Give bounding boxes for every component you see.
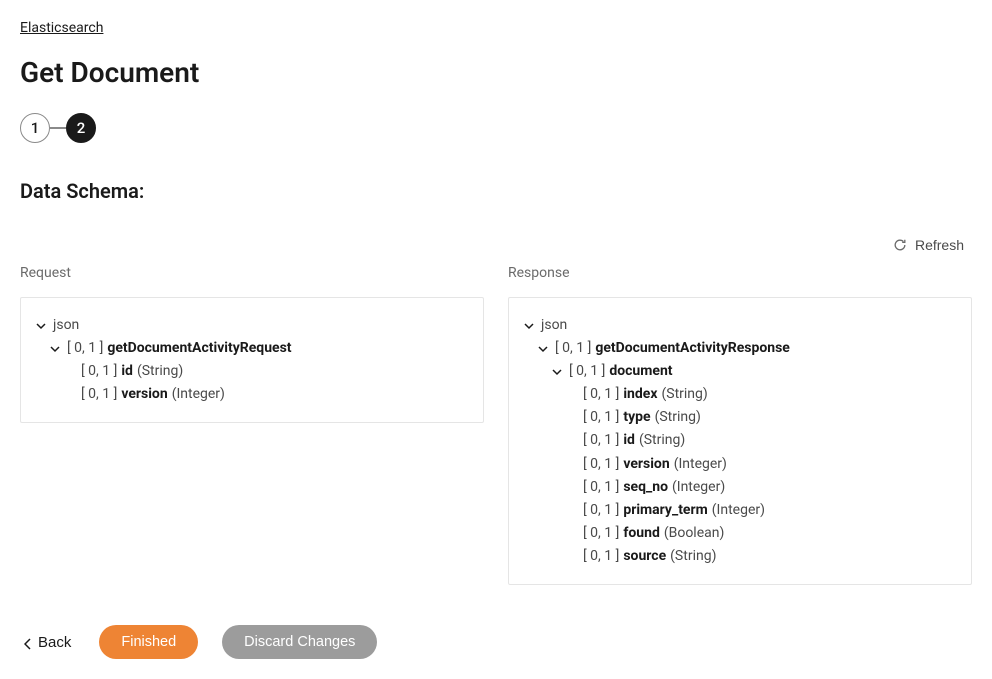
- tree-row-field[interactable]: [ 0, 1 ]source(String): [523, 545, 957, 568]
- request-column: Request json [ 0, 1 ] getDocumentActivit…: [20, 265, 484, 585]
- tree-row-field[interactable]: [ 0, 1 ]id(String): [35, 360, 469, 383]
- tree-json-label: json: [53, 314, 79, 337]
- tree-row-field[interactable]: [ 0, 1 ]type(String): [523, 406, 957, 429]
- field-name: version: [623, 453, 669, 476]
- field-name: source: [623, 545, 666, 568]
- field-type: (String): [670, 545, 716, 568]
- tree-row-field[interactable]: [ 0, 1 ]version(Integer): [35, 383, 469, 406]
- tree-row-document[interactable]: [ 0, 1 ] document: [523, 360, 957, 383]
- cardinality: [ 0, 1 ]: [81, 383, 117, 406]
- field-name: document: [609, 360, 672, 383]
- chevron-down-icon: [523, 320, 535, 332]
- chevron-left-icon: [24, 637, 32, 647]
- page-title: Get Document: [20, 56, 972, 89]
- tree-row-field[interactable]: [ 0, 1 ]index(String): [523, 383, 957, 406]
- field-name: primary_term: [623, 499, 707, 522]
- field-type: (Integer): [674, 453, 727, 476]
- field-name: getDocumentActivityRequest: [107, 337, 291, 360]
- field-name: found: [623, 522, 659, 545]
- refresh-label: Refresh: [915, 237, 964, 253]
- cardinality: [ 0, 1 ]: [583, 429, 619, 452]
- step-connector: [50, 127, 66, 129]
- chevron-down-icon: [35, 320, 47, 332]
- chevron-down-icon: [551, 366, 563, 378]
- response-label: Response: [508, 265, 972, 281]
- tree-row-field[interactable]: [ 0, 1 ]seq_no(Integer): [523, 476, 957, 499]
- field-name: index: [623, 383, 657, 406]
- cardinality: [ 0, 1 ]: [583, 499, 619, 522]
- tree-json-label: json: [541, 314, 567, 337]
- field-name: seq_no: [623, 476, 668, 499]
- field-name: type: [623, 406, 650, 429]
- back-button[interactable]: Back: [20, 630, 75, 655]
- discard-button[interactable]: Discard Changes: [222, 625, 377, 659]
- step-1[interactable]: 1: [20, 113, 50, 143]
- field-type: (String): [137, 360, 183, 383]
- field-name: version: [121, 383, 167, 406]
- field-type: (Integer): [712, 499, 765, 522]
- cardinality: [ 0, 1 ]: [569, 360, 605, 383]
- field-name: id: [121, 360, 133, 383]
- field-type: (Boolean): [664, 522, 725, 545]
- breadcrumb-root-link[interactable]: Elasticsearch: [20, 20, 103, 36]
- cardinality: [ 0, 1 ]: [583, 383, 619, 406]
- footer-actions: Back Finished Discard Changes: [20, 625, 972, 659]
- tree-row-json[interactable]: json: [523, 314, 957, 337]
- tree-row-response-root[interactable]: [ 0, 1 ] getDocumentActivityResponse: [523, 337, 957, 360]
- response-schema-box: json [ 0, 1 ] getDocumentActivityRespons…: [508, 297, 972, 585]
- field-type: (Integer): [672, 476, 725, 499]
- field-name: id: [623, 429, 635, 452]
- refresh-button[interactable]: Refresh: [885, 233, 972, 257]
- tree-row-field[interactable]: [ 0, 1 ]primary_term(Integer): [523, 499, 957, 522]
- refresh-icon: [893, 238, 907, 252]
- field-type: (Integer): [172, 383, 225, 406]
- request-label: Request: [20, 265, 484, 281]
- cardinality: [ 0, 1 ]: [555, 337, 591, 360]
- chevron-down-icon: [537, 343, 549, 355]
- tree-row-request-root[interactable]: [ 0, 1 ] getDocumentActivityRequest: [35, 337, 469, 360]
- cardinality: [ 0, 1 ]: [583, 522, 619, 545]
- tree-row-field[interactable]: [ 0, 1 ]version(Integer): [523, 453, 957, 476]
- tree-row-field[interactable]: [ 0, 1 ]id(String): [523, 429, 957, 452]
- back-label: Back: [38, 634, 71, 651]
- tree-row-json[interactable]: json: [35, 314, 469, 337]
- request-schema-box: json [ 0, 1 ] getDocumentActivityRequest…: [20, 297, 484, 423]
- response-column: Response json [ 0, 1 ] getDocumentActivi…: [508, 265, 972, 585]
- cardinality: [ 0, 1 ]: [583, 476, 619, 499]
- section-title: Data Schema:: [20, 179, 972, 203]
- cardinality: [ 0, 1 ]: [583, 406, 619, 429]
- step-2[interactable]: 2: [66, 113, 96, 143]
- breadcrumb: Elasticsearch: [20, 20, 972, 36]
- stepper: 1 2: [20, 113, 972, 143]
- cardinality: [ 0, 1 ]: [583, 545, 619, 568]
- cardinality: [ 0, 1 ]: [583, 453, 619, 476]
- field-name: getDocumentActivityResponse: [595, 337, 790, 360]
- field-type: (String): [661, 383, 707, 406]
- field-type: (String): [655, 406, 701, 429]
- chevron-down-icon: [49, 343, 61, 355]
- cardinality: [ 0, 1 ]: [81, 360, 117, 383]
- finished-button[interactable]: Finished: [99, 625, 198, 659]
- tree-row-field[interactable]: [ 0, 1 ]found(Boolean): [523, 522, 957, 545]
- cardinality: [ 0, 1 ]: [67, 337, 103, 360]
- field-type: (String): [639, 429, 685, 452]
